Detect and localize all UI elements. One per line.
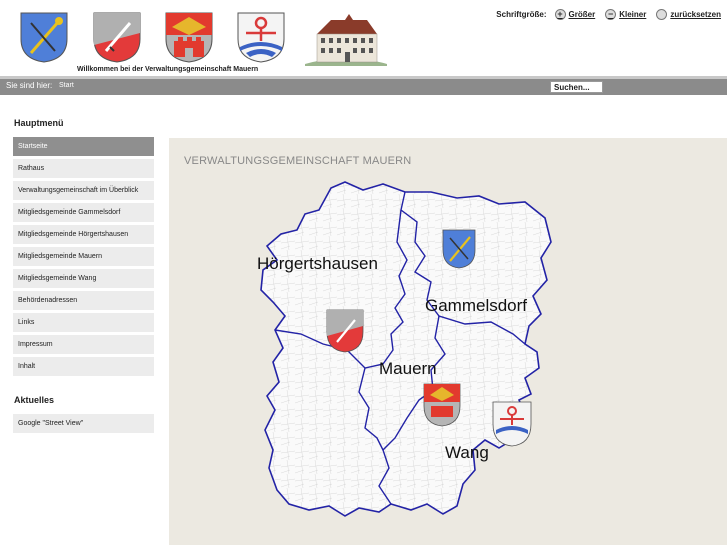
font-bigger-label: Größer <box>568 10 596 19</box>
news-heading: Aktuelles <box>14 395 55 405</box>
plus-icon: + <box>554 9 566 20</box>
sidebar-item-rathaus[interactable]: Rathaus <box>13 159 154 178</box>
sidebar-item-inhalt[interactable]: Inhalt <box>13 357 154 376</box>
map-label-wang: Wang <box>445 443 489 462</box>
reset-icon <box>656 9 668 20</box>
main-content: VERWALTUNGSGEMEINSCHAFT MAUERN Hörgertsh… <box>169 138 727 545</box>
crest-wang-icon[interactable] <box>236 11 286 63</box>
sidebar-item-hoergertshausen[interactable]: Mitgliedsgemeinde Hörgertshausen <box>13 225 154 244</box>
font-size-controls: Schriftgröße: + Größer − Kleiner zurücks… <box>496 9 721 20</box>
breadcrumb-label: Sie sind hier: <box>6 81 53 90</box>
minus-icon: − <box>605 9 617 20</box>
map-outline <box>260 181 552 517</box>
sidebar-item-mauern[interactable]: Mitgliedsgemeinde Mauern <box>13 247 154 266</box>
sidebar-item-wang[interactable]: Mitgliedsgemeinde Wang <box>13 269 154 288</box>
welcome-text: Willkommen bei der Verwaltungsgemeinscha… <box>77 66 259 73</box>
map-crest-mauern-icon <box>423 383 461 427</box>
breadcrumb-start-link[interactable]: Start <box>59 82 74 89</box>
crest-hoergertshausen-icon[interactable] <box>92 11 142 63</box>
breadcrumb: Sie sind hier: Start <box>0 79 727 95</box>
castle-image <box>305 12 387 66</box>
main-menu-heading: Hauptmenü <box>14 118 64 128</box>
crest-gammelsdorf-icon[interactable] <box>19 11 69 63</box>
font-smaller-label: Kleiner <box>619 10 647 19</box>
map-crest-wang-icon <box>492 401 532 447</box>
crest-mauern-icon[interactable] <box>164 11 214 63</box>
sidebar: Hauptmenü Startseite Rathaus Verwaltungs… <box>13 118 154 436</box>
map-label-mauern: Mauern <box>379 359 437 378</box>
font-reset-button[interactable]: zurücksetzen <box>656 9 721 20</box>
font-smaller-button[interactable]: − Kleiner <box>605 9 646 20</box>
sidebar-item-behoerdenadressen[interactable]: Behördenadressen <box>13 291 154 310</box>
sidebar-item-vg-ueberblick[interactable]: Verwaltungsgemeinschaft im Überblick <box>13 181 154 200</box>
sidebar-item-gammelsdorf[interactable]: Mitgliedsgemeinde Gammelsdorf <box>13 203 154 222</box>
map-label-gammelsdorf: Gammelsdorf <box>425 296 528 315</box>
font-bigger-button[interactable]: + Größer <box>554 9 596 20</box>
map-crest-hoergertshausen-icon <box>326 309 364 353</box>
map-label-hoergertshausen: Hörgertshausen <box>257 254 378 273</box>
search-input[interactable] <box>550 81 603 93</box>
news-item-street-view[interactable]: Google "Street View" <box>13 414 154 433</box>
page-header: Willkommen bei der Verwaltungsgemeinscha… <box>0 0 727 78</box>
sidebar-item-links[interactable]: Links <box>13 313 154 332</box>
sidebar-item-startseite[interactable]: Startseite <box>13 137 154 156</box>
municipality-map <box>260 181 552 517</box>
sidebar-item-impressum[interactable]: Impressum <box>13 335 154 354</box>
map-crest-gammelsdorf-icon <box>442 229 476 269</box>
font-reset-label: zurücksetzen <box>670 10 721 19</box>
font-size-label: Schriftgröße: <box>496 10 547 19</box>
